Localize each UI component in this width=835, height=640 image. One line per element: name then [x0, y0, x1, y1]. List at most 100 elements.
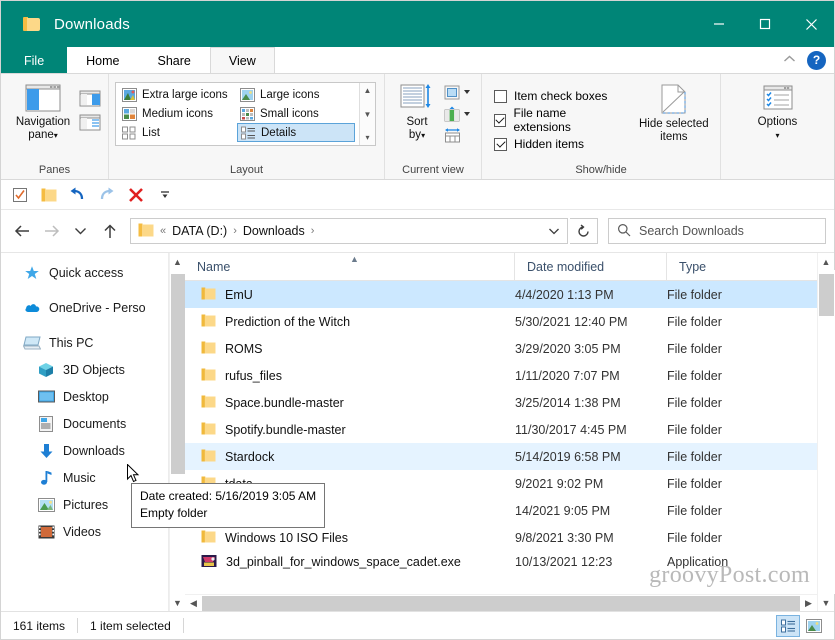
video-icon	[37, 523, 55, 541]
breadcrumb-overflow[interactable]: «	[160, 225, 166, 237]
list-scroll-up-arrow[interactable]: ▲	[822, 253, 831, 270]
window-title: Downloads	[54, 16, 130, 33]
table-row[interactable]: Prediction of the Witch 5/30/2021 12:40 …	[185, 308, 817, 335]
help-button[interactable]: ?	[807, 51, 826, 70]
hscroll-track[interactable]	[202, 595, 800, 612]
new-folder-icon[interactable]	[40, 186, 57, 203]
item-check-boxes-option[interactable]: Item check boxes	[494, 84, 622, 108]
sidebar-item-3d-objects[interactable]: 3D Objects	[1, 356, 168, 383]
column-header-name[interactable]: ▲ Name	[185, 253, 515, 281]
gallery-scroll-down-icon[interactable]: ▼	[364, 110, 372, 119]
undo-icon[interactable]	[69, 186, 86, 203]
file-name-extensions-option[interactable]: File name extensions	[494, 108, 622, 132]
file-name-extensions-checkbox[interactable]	[494, 114, 506, 127]
layout-item-label: Medium icons	[142, 108, 213, 120]
forward-button[interactable]	[38, 218, 65, 245]
layout-extra-large-icons[interactable]: Extra large icons	[119, 85, 237, 104]
folder-icon	[201, 314, 216, 330]
hidden-items-option[interactable]: Hidden items	[494, 132, 622, 156]
address-breadcrumb-bar[interactable]: « DATA (D:) › Downloads ›	[130, 218, 568, 244]
file-list-horizontal-scrollbar[interactable]: ◀ ▶	[185, 594, 817, 611]
navigation-pane: Quick access OneDrive - Perso This PC	[1, 253, 169, 611]
table-row[interactable]: Space.bundle-master 3/25/2014 1:38 PM Fi…	[185, 389, 817, 416]
hscroll-left-arrow[interactable]: ◀	[185, 598, 202, 609]
breadcrumb-separator[interactable]: ›	[233, 225, 237, 237]
nav-scroll-track[interactable]	[170, 270, 186, 594]
list-scroll-thumb[interactable]	[819, 274, 834, 316]
layout-details[interactable]: Details	[237, 123, 355, 142]
breadcrumb-item-data-d[interactable]: DATA (D:)	[172, 224, 227, 238]
back-button[interactable]	[9, 218, 36, 245]
file-type-cell: File folder	[667, 450, 817, 464]
group-by-icon[interactable]	[443, 83, 475, 101]
search-box[interactable]: Search Downloads	[608, 218, 826, 244]
layout-item-label: Extra large icons	[142, 89, 228, 101]
list-scroll-down-arrow[interactable]: ▼	[822, 594, 831, 611]
properties-icon[interactable]	[11, 186, 28, 203]
folder-icon	[201, 422, 216, 438]
column-header-type[interactable]: Type	[667, 253, 817, 281]
close-button[interactable]	[788, 1, 834, 47]
table-row[interactable]: EmU 4/4/2020 1:13 PM File folder	[185, 281, 817, 308]
layout-large-icons[interactable]: Large icons	[237, 85, 355, 104]
layout-list[interactable]: List	[119, 123, 237, 142]
nav-scroll-up-arrow[interactable]: ▲	[173, 253, 182, 270]
gallery-scroll-up-icon[interactable]: ▲	[364, 86, 372, 95]
hide-selected-items-button[interactable]: Hide selected items	[634, 79, 714, 144]
layout-medium-icons[interactable]: Medium icons	[119, 104, 237, 123]
sidebar-item-this-pc[interactable]: This PC	[1, 329, 168, 356]
hscroll-thumb[interactable]	[202, 596, 800, 611]
size-all-columns-icon[interactable]	[443, 127, 475, 145]
add-columns-icon[interactable]	[443, 105, 475, 123]
navigation-pane-scrollbar[interactable]: ▲ ▼	[169, 253, 185, 611]
options-button[interactable]: Options ▾	[747, 79, 809, 142]
maximize-button[interactable]	[742, 1, 788, 47]
navigation-pane-button[interactable]: Navigation pane▾	[7, 79, 79, 142]
tab-file[interactable]: File	[1, 47, 67, 73]
sidebar-item-onedrive[interactable]: OneDrive - Perso	[1, 294, 168, 321]
file-list-scrollbar[interactable]: ▲ ▼	[817, 253, 834, 611]
refresh-button[interactable]	[570, 218, 598, 244]
recent-locations-button[interactable]	[67, 218, 94, 245]
collapse-ribbon-icon[interactable]	[783, 53, 796, 67]
ribbon-group-options: Options ▾	[721, 74, 834, 179]
file-name-label: EmU	[225, 288, 253, 302]
tab-home[interactable]: Home	[67, 47, 138, 73]
table-row[interactable]: Stardock 5/14/2019 6:58 PM File folder	[185, 443, 817, 470]
breadcrumb-separator[interactable]: ›	[311, 225, 315, 237]
table-row[interactable]: rufus_files 1/11/2020 7:07 PM File folde…	[185, 362, 817, 389]
details-view-button[interactable]	[776, 615, 800, 637]
preview-pane-icon[interactable]	[79, 89, 101, 107]
tab-share[interactable]: Share	[139, 47, 210, 73]
table-row[interactable]: ROMS 3/29/2020 3:05 PM File folder	[185, 335, 817, 362]
delete-icon[interactable]	[127, 186, 144, 203]
search-input[interactable]: Search Downloads	[639, 224, 744, 238]
minimize-button[interactable]	[696, 1, 742, 47]
tooltip: Date created: 5/16/2019 3:05 AM Empty fo…	[131, 483, 325, 528]
large-icons-view-button[interactable]	[802, 615, 826, 637]
customize-qat-icon[interactable]	[156, 186, 173, 203]
layout-small-icons[interactable]: Small icons	[237, 104, 355, 123]
table-row[interactable]: Windows 10 ISO Files 9/8/2021 3:30 PM Fi…	[185, 524, 817, 551]
breadcrumb-dropdown-icon[interactable]	[541, 219, 567, 243]
column-header-date-modified[interactable]: Date modified	[515, 253, 667, 281]
details-pane-icon[interactable]	[79, 113, 101, 131]
up-button[interactable]	[96, 218, 123, 245]
sidebar-item-documents[interactable]: Documents	[1, 410, 168, 437]
breadcrumb-item-downloads[interactable]: Downloads	[243, 224, 305, 238]
redo-icon[interactable]	[98, 186, 115, 203]
item-check-boxes-checkbox[interactable]	[494, 90, 507, 103]
table-row[interactable]: Spotify.bundle-master 11/30/2017 4:45 PM…	[185, 416, 817, 443]
list-icon	[122, 126, 137, 140]
nav-scroll-thumb[interactable]	[171, 274, 185, 474]
hscroll-right-arrow[interactable]: ▶	[800, 598, 817, 609]
sidebar-item-downloads[interactable]: Downloads	[1, 437, 168, 464]
hidden-items-checkbox[interactable]	[494, 138, 507, 151]
gallery-expand-icon[interactable]: ▾	[365, 133, 369, 142]
tab-view[interactable]: View	[210, 47, 275, 73]
sidebar-item-desktop[interactable]: Desktop	[1, 383, 168, 410]
list-scroll-track[interactable]	[818, 270, 835, 594]
sort-by-button[interactable]: Sort by▾	[391, 79, 443, 142]
sidebar-item-quick-access[interactable]: Quick access	[1, 259, 168, 286]
nav-scroll-down-arrow[interactable]: ▼	[173, 594, 182, 611]
